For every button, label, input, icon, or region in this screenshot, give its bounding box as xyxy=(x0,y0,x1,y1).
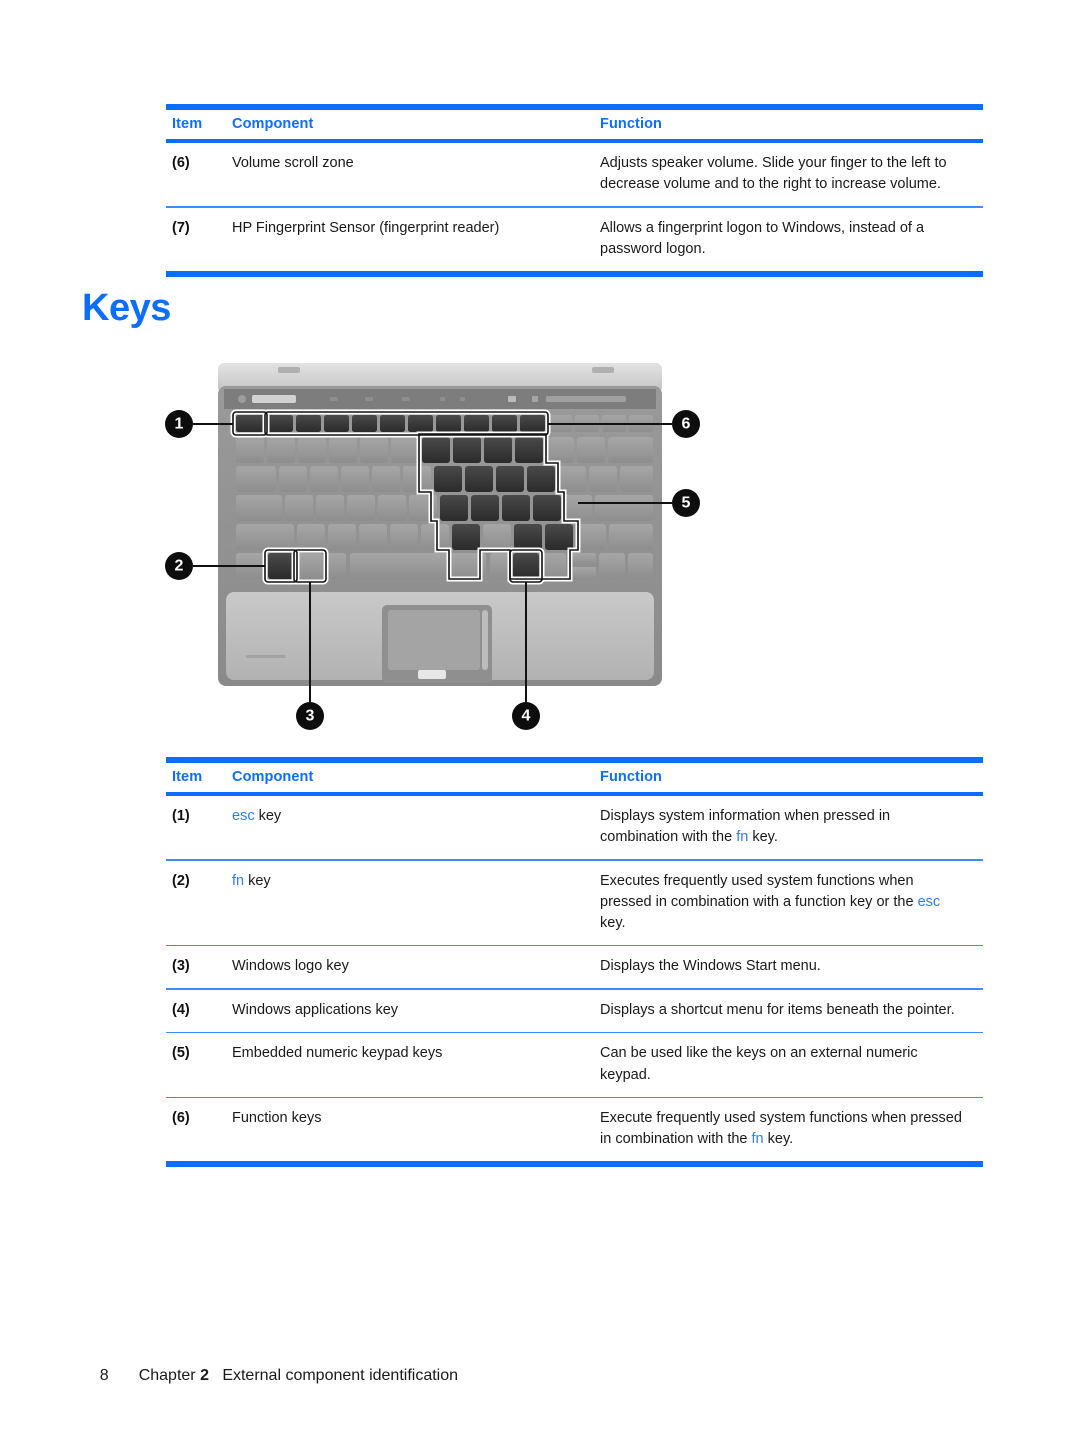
header-function: Function xyxy=(600,116,663,132)
row-item: (2) xyxy=(172,872,190,889)
table-row: (4) Windows applications key Displays a … xyxy=(166,990,983,1032)
callout-bubble-4: 4 xyxy=(512,702,540,730)
footer-chapter-word: Chapter xyxy=(138,1367,196,1384)
row-function: Displays system information when pressed… xyxy=(600,806,983,848)
callout-bubble-1: 1 xyxy=(165,410,193,438)
callout-label-5: 5 xyxy=(682,495,691,512)
callout-bubble-5: 5 xyxy=(672,489,700,517)
callout-label-1: 1 xyxy=(175,416,184,433)
row-function: Can be used like the keys on an external… xyxy=(600,1045,918,1083)
components-table-top: Item Component Function (6) Volume scrol… xyxy=(166,104,983,277)
callout-bubble-2: 2 xyxy=(165,552,193,580)
row-function: Allows a fingerprint logon to Windows, i… xyxy=(600,219,925,257)
row-function: Displays a shortcut menu for items benea… xyxy=(600,1001,955,1018)
table-header-row: Item Component Function xyxy=(166,110,983,139)
callout-label-6: 6 xyxy=(682,416,691,433)
page-title: Keys xyxy=(82,287,171,329)
table-row: (2) fn key Executes frequently used syst… xyxy=(166,861,983,945)
row-item: (3) xyxy=(172,958,190,975)
row-component: fn key xyxy=(232,871,600,892)
footer-chapter-number: 2 xyxy=(200,1367,209,1384)
row-item: (6) xyxy=(172,1110,190,1127)
callout-label-2: 2 xyxy=(175,558,184,575)
row-component: Embedded numeric keypad keys xyxy=(232,1045,443,1062)
row-component: Windows logo key xyxy=(232,958,349,975)
table-header-row: Item Component Function xyxy=(166,763,983,792)
key-name-fn: fn xyxy=(232,872,245,889)
key-name-esc: esc xyxy=(232,808,255,824)
component-suffix: key xyxy=(244,872,271,889)
row-item: (4) xyxy=(172,1001,190,1018)
row-function: Adjusts speaker volume. Slide your finge… xyxy=(600,155,947,193)
row-function: Execute frequently used system functions… xyxy=(600,1108,983,1150)
document-page: Item Component Function (6) Volume scrol… xyxy=(0,0,1080,1437)
callout-bubble-6: 6 xyxy=(672,410,700,438)
key-name-fn: fn xyxy=(736,829,749,846)
table-row: (6) Function keys Execute frequently use… xyxy=(166,1098,983,1161)
footer-page-number: 8 xyxy=(99,1367,109,1384)
row-component: Volume scroll zone xyxy=(232,155,354,171)
header-function: Function xyxy=(600,769,663,785)
table-bottom-rule xyxy=(166,270,983,277)
table-bottom-rule xyxy=(166,1161,983,1168)
function-text-b: key. xyxy=(600,914,626,931)
palm-rest xyxy=(226,592,654,683)
key-name-fn: fn xyxy=(751,1131,764,1148)
row-component: Windows applications key xyxy=(232,1001,399,1018)
table-row: (6) Volume scroll zone Adjusts speaker v… xyxy=(166,143,983,206)
table-row: (7) HP Fingerprint Sensor (fingerprint r… xyxy=(166,208,983,271)
row-item: (7) xyxy=(172,219,190,236)
footer-chapter-title: External component identification xyxy=(222,1367,459,1384)
callout-label-3: 3 xyxy=(306,708,315,725)
row-function: Executes frequently used system function… xyxy=(600,871,983,934)
header-item: Item xyxy=(172,769,203,785)
row-item: (6) xyxy=(172,155,190,171)
callout-label-4: 4 xyxy=(522,708,531,725)
components-table-keys: Item Component Function (1) esc key Disp… xyxy=(166,757,983,1168)
header-component: Component xyxy=(232,769,314,785)
component-suffix: key xyxy=(254,808,282,824)
function-text-b: key. xyxy=(763,1131,794,1148)
row-component: HP Fingerprint Sensor (fingerprint reade… xyxy=(232,219,500,236)
row-item: (1) xyxy=(172,808,190,824)
key-name-esc: esc xyxy=(917,893,941,910)
header-component: Component xyxy=(232,116,314,132)
table-row: (1) esc key Displays system information … xyxy=(166,796,983,859)
row-function: Displays the Windows Start menu. xyxy=(600,958,821,975)
row-component: Function keys xyxy=(232,1110,322,1127)
function-text-b: key. xyxy=(748,829,778,846)
table-row: (3) Windows logo key Displays the Window… xyxy=(166,946,983,988)
row-item: (5) xyxy=(172,1045,190,1062)
function-text-a: Executes frequently used system function… xyxy=(600,872,918,910)
page-footer: 8 Chapter 2 External component identifica… xyxy=(82,1349,458,1403)
touchpad xyxy=(382,605,492,683)
row-component: esc key xyxy=(232,806,600,827)
callout-bubble-3: 3 xyxy=(296,702,324,730)
header-item: Item xyxy=(172,116,203,132)
keyboard-illustration: 1 2 3 4 5 6 xyxy=(160,355,720,745)
table-row: (5) Embedded numeric keypad keys Can be … xyxy=(166,1033,983,1096)
